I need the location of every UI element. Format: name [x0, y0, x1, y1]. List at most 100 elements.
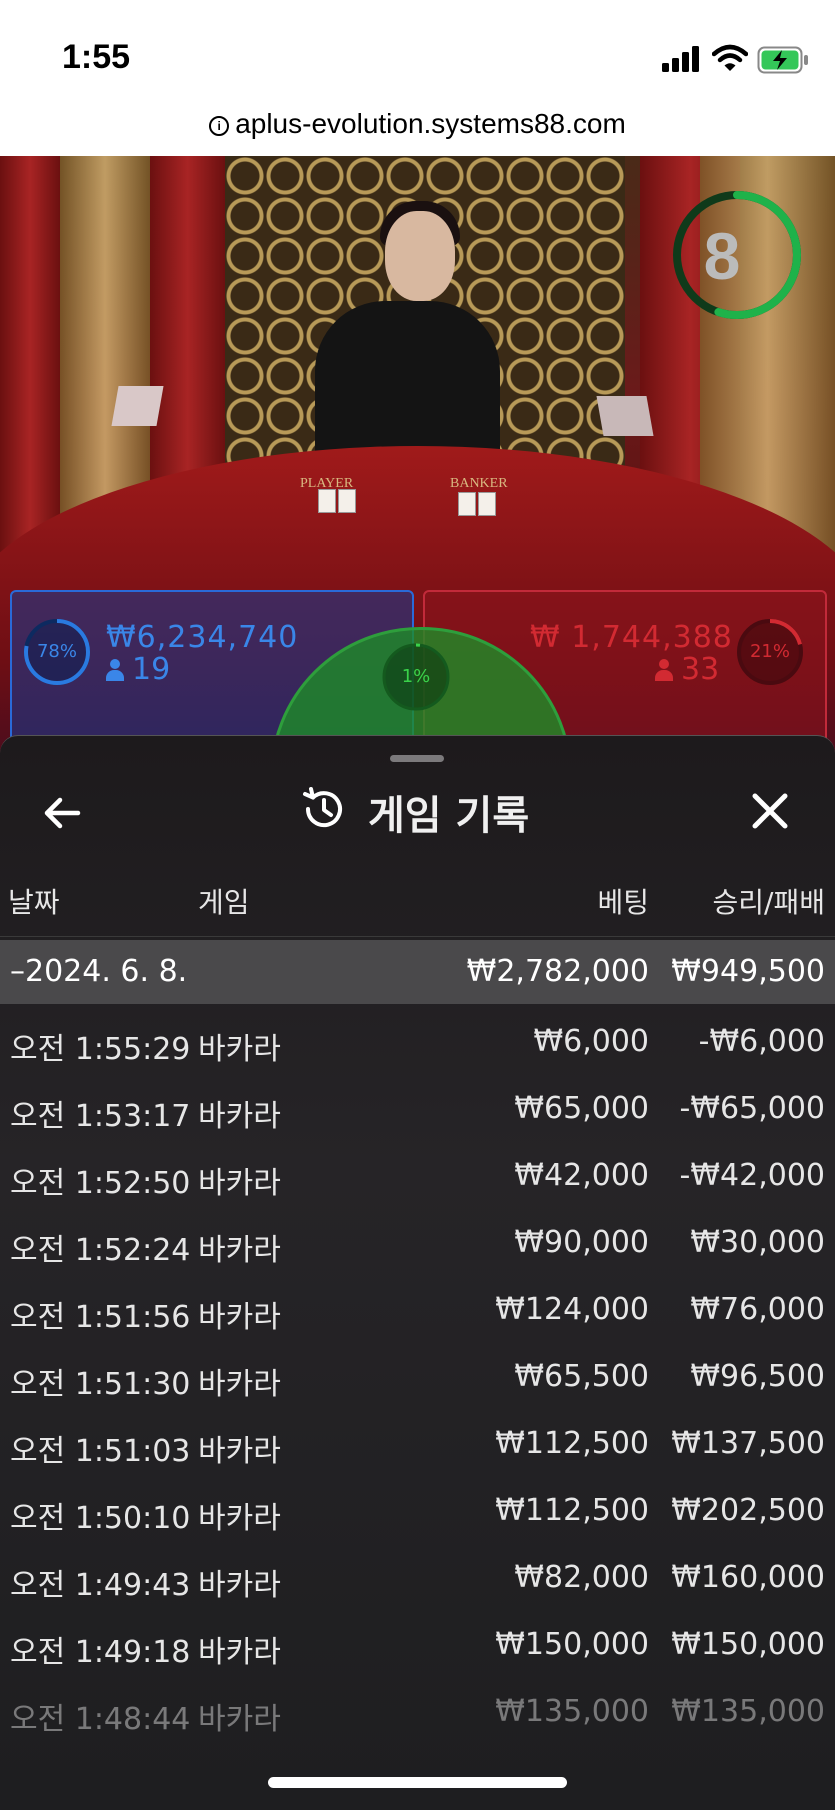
history-clock-icon [303, 787, 342, 828]
column-header-bet: 베팅 [597, 886, 649, 919]
close-icon[interactable] [745, 786, 795, 836]
row-game: 바카라 [198, 1233, 281, 1268]
row-result: -₩6,000 [698, 1024, 825, 1059]
row-result: ₩202,500 [671, 1493, 825, 1528]
row-result: -₩42,000 [679, 1158, 825, 1193]
player-count-value: 19 [132, 652, 171, 687]
row-time: 오전 1:51:56 [10, 1300, 191, 1335]
tie-percent: 1% [401, 666, 431, 687]
dealer-head [385, 211, 455, 301]
row-bet: ₩112,500 [495, 1493, 649, 1528]
row-bet: ₩65,000 [514, 1091, 649, 1126]
row-result: ₩76,000 [690, 1292, 825, 1327]
player-bettor-count: 19 [106, 652, 170, 687]
row-game: 바카라 [198, 1166, 281, 1201]
home-indicator[interactable] [268, 1777, 567, 1788]
cellular-signal-icon [662, 46, 699, 72]
player-card [318, 489, 336, 513]
row-bet: ₩112,500 [495, 1426, 649, 1461]
banker-percent: 21% [749, 641, 790, 662]
date-group-bet-total: ₩2,782,000 [466, 954, 649, 989]
player-bet-total: ₩6,234,740 [106, 620, 299, 655]
person-icon [106, 659, 124, 681]
row-time: 오전 1:52:50 [10, 1166, 191, 1201]
row-game: 바카라 [198, 1032, 281, 1067]
row-game: 바카라 [198, 1568, 281, 1603]
row-time: 오전 1:48:44 [10, 1702, 191, 1737]
banker-bet-total: ₩ 1,744,388 [530, 620, 733, 655]
history-row[interactable]: 오전 1:49:43 바카라 ₩82,000 ₩160,000 [0, 1546, 835, 1612]
history-row[interactable]: 오전 1:51:30 바카라 ₩65,500 ₩96,500 [0, 1345, 835, 1411]
banker-count-value: 33 [681, 652, 720, 687]
url-text: aplus-evolution.systems88.com [235, 108, 626, 139]
history-row[interactable]: 오전 1:53:17 바카라 ₩65,000 -₩65,000 [0, 1077, 835, 1143]
battery-charging-icon [757, 46, 808, 74]
row-game: 바카라 [198, 1300, 281, 1335]
player-percent: 78% [36, 641, 77, 662]
row-game: 바카라 [198, 1635, 281, 1670]
history-row[interactable]: 오전 1:51:03 바카라 ₩112,500 ₩137,500 [0, 1412, 835, 1478]
banker-bettor-count: 33 [655, 652, 719, 687]
back-arrow-icon[interactable] [38, 788, 88, 838]
card-shoe [596, 396, 654, 436]
history-row[interactable]: 오전 1:48:44 바카라 ₩135,000 ₩135,000 [0, 1680, 835, 1746]
game-history-sheet: 게임 기록 날짜 게임 베팅 승리/패배 –2024. 6. 8. ₩2,782… [0, 735, 835, 1810]
date-group-result-total: ₩949,500 [671, 954, 825, 989]
row-game: 바카라 [198, 1434, 281, 1469]
person-icon [655, 659, 673, 681]
history-row[interactable]: 오전 1:50:10 바카라 ₩112,500 ₩202,500 [0, 1479, 835, 1545]
row-time: 오전 1:52:24 [10, 1233, 191, 1268]
row-result: ₩137,500 [671, 1426, 825, 1461]
history-row[interactable]: 오전 1:55:29 바카라 ₩6,000 -₩6,000 [0, 1010, 835, 1076]
row-game: 바카라 [198, 1367, 281, 1402]
decor-curtain [0, 156, 60, 576]
row-time: 오전 1:49:43 [10, 1568, 191, 1603]
info-icon[interactable]: i [209, 115, 230, 136]
column-header-game: 게임 [198, 886, 250, 919]
status-bar: 1:55 [0, 0, 835, 100]
row-bet: ₩90,000 [514, 1225, 649, 1260]
wifi-icon [712, 44, 748, 71]
row-game: 바카라 [198, 1702, 281, 1737]
row-result: ₩96,500 [690, 1359, 825, 1394]
row-time: 오전 1:55:29 [10, 1032, 191, 1067]
row-bet: ₩65,500 [514, 1359, 649, 1394]
banker-card [458, 492, 476, 516]
row-result: ₩30,000 [690, 1225, 825, 1260]
row-game: 바카라 [198, 1099, 281, 1134]
row-bet: ₩124,000 [495, 1292, 649, 1327]
status-time: 1:55 [62, 38, 131, 76]
row-bet: ₩6,000 [533, 1024, 649, 1059]
row-bet: ₩82,000 [514, 1560, 649, 1595]
history-row[interactable]: 오전 1:49:18 바카라 ₩150,000 ₩150,000 [0, 1613, 835, 1679]
countdown-timer: 8 [703, 219, 741, 293]
row-result: ₩150,000 [671, 1627, 825, 1662]
sheet-title: 게임 기록 [368, 793, 530, 839]
date-group-date: –2024. 6. 8. [10, 954, 188, 989]
history-row[interactable]: 오전 1:52:24 바카라 ₩90,000 ₩30,000 [0, 1211, 835, 1277]
row-result: ₩135,000 [671, 1694, 825, 1729]
row-time: 오전 1:50:10 [10, 1501, 191, 1536]
row-bet: ₩135,000 [495, 1694, 649, 1729]
row-result: ₩160,000 [671, 1560, 825, 1595]
column-header-result: 승리/패배 [712, 886, 825, 919]
row-time: 오전 1:53:17 [10, 1099, 191, 1134]
row-time: 오전 1:49:18 [10, 1635, 191, 1670]
table-label-banker: BANKER [450, 476, 508, 491]
card-discard-tray [111, 386, 164, 426]
player-card [338, 489, 356, 513]
address-bar[interactable]: i aplus-evolution.systems88.com [0, 100, 835, 156]
sheet-drag-handle[interactable] [390, 755, 444, 762]
row-game: 바카라 [198, 1501, 281, 1536]
row-bet: ₩42,000 [514, 1158, 649, 1193]
column-header-date: 날짜 [8, 886, 60, 919]
row-time: 오전 1:51:30 [10, 1367, 191, 1402]
banker-card [478, 492, 496, 516]
row-bet: ₩150,000 [495, 1627, 649, 1662]
history-row[interactable]: 오전 1:52:50 바카라 ₩42,000 -₩42,000 [0, 1144, 835, 1210]
row-time: 오전 1:51:03 [10, 1434, 191, 1469]
row-result: -₩65,000 [679, 1091, 825, 1126]
history-row[interactable]: 오전 1:51:56 바카라 ₩124,000 ₩76,000 [0, 1278, 835, 1344]
date-group-row[interactable]: –2024. 6. 8. ₩2,782,000 ₩949,500 [0, 940, 835, 1004]
divider [0, 936, 835, 937]
